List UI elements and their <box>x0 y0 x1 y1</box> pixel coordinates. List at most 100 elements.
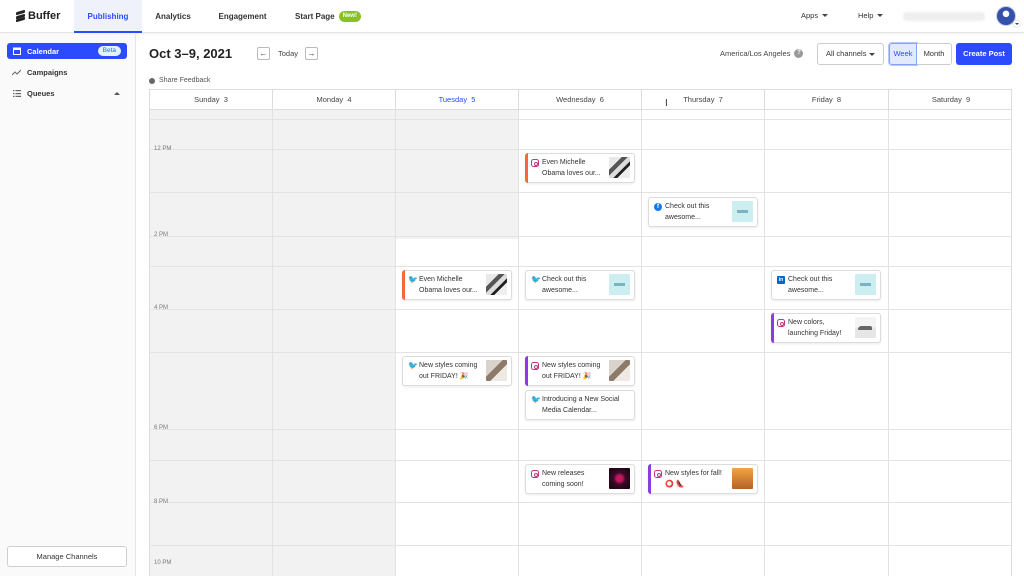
manage-channels-button[interactable]: Manage Channels <box>7 546 127 567</box>
feedback-label: Share Feedback <box>159 77 211 84</box>
calendar-icon <box>12 47 21 55</box>
sidebar-item-calendar[interactable]: Calendar Beta <box>7 43 127 59</box>
day-column-tuesday[interactable] <box>396 110 519 576</box>
hour-line <box>150 149 1011 150</box>
day-column-thursday[interactable] <box>642 110 765 576</box>
post-thumbnail <box>855 317 876 338</box>
day-header: Sunday 3 <box>150 90 273 110</box>
sidebar: Calendar Beta Campaigns Queues Manage Ch… <box>0 34 136 576</box>
post-thumbnail <box>486 274 507 295</box>
post-thumbnail <box>609 468 630 489</box>
chevron-down-icon <box>869 53 875 56</box>
day-column-friday[interactable] <box>765 110 889 576</box>
feedback-icon <box>149 77 155 84</box>
day-header-today: Tuesday 5 <box>396 90 519 110</box>
post-thumbnail <box>609 274 630 295</box>
help-label: Help <box>858 11 874 20</box>
day-column-sunday[interactable] <box>150 110 273 576</box>
day-number: 4 <box>347 95 352 104</box>
post-card[interactable]: 🐦 Even Michelle Obama loves our... <box>402 270 512 300</box>
account-name-redacted <box>903 12 985 21</box>
hour-line <box>150 545 1011 546</box>
create-post-button[interactable]: Create Post <box>956 43 1012 65</box>
time-label: 8 PM <box>154 499 169 505</box>
post-card[interactable]: in Check out this awesome... <box>771 270 881 300</box>
day-name: Thursday <box>683 95 715 104</box>
post-text: New colors, launching Friday! <box>788 319 842 337</box>
day-header: Saturday 9 <box>889 90 1011 110</box>
beta-badge: Beta <box>97 46 121 56</box>
tab-publishing[interactable]: Publishing <box>74 0 142 33</box>
share-feedback-link[interactable]: Share Feedback <box>149 77 210 84</box>
apps-label: Apps <box>801 11 819 20</box>
time-label: 4 PM <box>154 305 169 311</box>
buffer-logo-icon <box>16 9 25 22</box>
day-name: Friday <box>811 95 833 104</box>
timezone: America/Los Angeles ? <box>720 49 804 58</box>
twitter-icon: 🐦 <box>531 275 541 284</box>
time-label: 2 PM <box>154 232 169 238</box>
post-card[interactable]: 🐦 Check out this awesome... <box>525 270 635 300</box>
help-menu[interactable]: Help <box>858 11 884 20</box>
sidebar-item-label: Campaigns <box>27 67 68 77</box>
hour-line <box>150 192 1011 193</box>
avatar-chevron-icon[interactable] <box>1013 20 1020 27</box>
time-label: 6 PM <box>154 425 169 431</box>
sidebar-item-campaigns[interactable]: Campaigns <box>7 64 127 80</box>
post-card[interactable]: 🐦 Introducing a New Social Media Calenda… <box>525 390 635 420</box>
next-week-button[interactable]: → <box>305 47 318 60</box>
all-channels-dropdown[interactable]: All channels <box>817 43 884 65</box>
apps-menu[interactable]: Apps <box>801 11 829 20</box>
day-column-monday[interactable] <box>273 110 396 576</box>
chevron-down-icon <box>877 14 884 17</box>
post-stripe <box>525 153 528 183</box>
sidebar-item-queues[interactable]: Queues <box>7 85 127 101</box>
post-card[interactable]: f Check out this awesome... <box>648 197 758 227</box>
day-header: Wednesday 6 <box>519 90 642 110</box>
today-button[interactable]: Today <box>278 49 298 58</box>
buffer-logo[interactable]: Buffer <box>16 9 61 22</box>
post-text: New releases coming soon! <box>542 470 585 488</box>
instagram-icon <box>531 470 539 478</box>
tab-engagement[interactable]: Engagement <box>210 0 275 33</box>
tab-start-page[interactable]: Start Page New! <box>288 0 368 33</box>
post-card[interactable]: New colors, launching Friday! <box>771 313 881 343</box>
post-card[interactable]: Even Michelle Obama loves our... <box>525 153 635 183</box>
post-card[interactable]: New styles coming out FRIDAY! 🎉 <box>525 356 635 386</box>
hour-line <box>150 352 1011 353</box>
text-cursor-icon: I <box>665 98 668 109</box>
day-name: Tuesday <box>438 95 468 104</box>
month-view-button[interactable]: Month <box>917 43 952 65</box>
day-number: 9 <box>966 95 971 104</box>
post-thumbnail <box>732 201 753 222</box>
chevron-up-icon <box>114 92 120 95</box>
post-card[interactable]: 🐦 New styles coming out FRIDAY! 🎉 <box>402 356 512 386</box>
post-stripe <box>402 270 405 300</box>
post-card[interactable]: New styles for fall! ⭕ 👠 <box>648 464 758 494</box>
post-text: Check out this awesome... <box>788 276 833 294</box>
post-text: Check out this awesome... <box>542 276 587 294</box>
post-text: Introducing a New Social Media Calendar.… <box>542 396 620 414</box>
post-thumbnail <box>855 274 876 295</box>
list-icon <box>12 89 21 97</box>
trend-line-icon <box>12 68 21 76</box>
prev-week-button[interactable]: ← <box>257 47 270 60</box>
day-name: Monday <box>316 95 344 104</box>
question-icon[interactable]: ? <box>794 49 804 58</box>
time-label: 10 PM <box>154 560 172 566</box>
day-number: 3 <box>223 95 228 104</box>
day-name: Saturday <box>931 95 962 104</box>
channels-label: All channels <box>826 49 867 58</box>
post-thumbnail <box>486 360 507 381</box>
tab-analytics[interactable]: Analytics <box>147 0 199 33</box>
post-text: New styles coming out FRIDAY! 🎉 <box>419 362 478 380</box>
sidebar-item-label: Queues <box>27 88 55 98</box>
post-stripe <box>771 313 774 343</box>
twitter-icon: 🐦 <box>408 361 418 370</box>
logo-text: Buffer <box>28 10 61 22</box>
week-view-button[interactable]: Week <box>888 42 918 66</box>
post-card[interactable]: New releases coming soon! <box>525 464 635 494</box>
day-name: Wednesday <box>556 95 596 104</box>
day-column-saturday[interactable] <box>889 110 1011 576</box>
instagram-icon <box>654 470 662 478</box>
